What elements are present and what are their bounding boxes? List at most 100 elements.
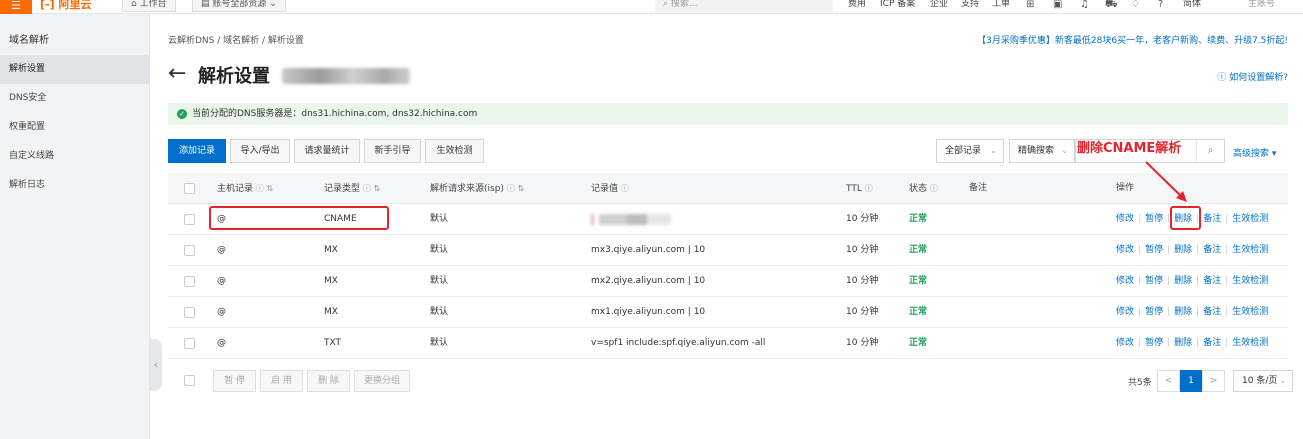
cell-ttl: 10 分钟 — [846, 307, 879, 317]
account-resource-switch[interactable]: ▤ 账号全部资源 ⌄ — [192, 0, 286, 12]
edit-button[interactable]: 修改 — [1116, 245, 1134, 255]
nav-link-enterprise[interactable]: 企业 — [930, 0, 948, 9]
request-stats-button[interactable]: 请求量统计 — [294, 139, 360, 163]
edit-button[interactable]: 修改 — [1116, 276, 1134, 286]
row-checkbox[interactable] — [184, 338, 195, 349]
sidebar-item-custom-line[interactable]: 自定义线路 — [0, 142, 150, 171]
batch-pause-button[interactable]: 暂 停 — [213, 370, 256, 392]
help-icon[interactable]: ? — [1158, 0, 1163, 10]
import-export-button[interactable]: 导入/导出 — [230, 139, 290, 163]
row-checkbox[interactable] — [184, 214, 195, 225]
nav-link-support[interactable]: 支持 — [961, 0, 979, 9]
change-group-button[interactable]: 更换分组 — [354, 370, 410, 392]
remark-button[interactable]: 备注 — [1203, 245, 1221, 255]
effect-check-button[interactable]: 生效检测 — [425, 139, 484, 163]
delete-button[interactable]: 删除 — [1174, 338, 1192, 348]
effect-check-link[interactable]: 生效检测 — [1232, 338, 1268, 348]
bell-icon[interactable]: ♫ — [1080, 0, 1089, 10]
batch-enable-button[interactable]: 启 用 — [260, 370, 303, 392]
page-1-button[interactable]: 1 — [1180, 370, 1202, 392]
nav-link-ticket[interactable]: 工单 — [992, 0, 1010, 9]
user-account[interactable]: 主账号 — [1248, 0, 1275, 9]
next-page-button[interactable]: > — [1202, 370, 1225, 392]
col-source[interactable]: 解析请求来源(isp) ⓘ ⇅ — [430, 173, 524, 205]
batch-delete-button[interactable]: 删 除 — [307, 370, 350, 392]
footer-select-all-checkbox[interactable] — [184, 375, 195, 386]
search-mode-select[interactable]: 精确搜索 ⌄ — [1009, 139, 1075, 163]
language-switch[interactable]: 简体 — [1183, 0, 1201, 9]
search-icon[interactable]: ⌕ — [1196, 140, 1224, 162]
page-title: 解析设置 — [198, 66, 270, 87]
promo-link[interactable]: 【3月采购季优惠】新客最低28块6买一年，老客户新购、续费、升级7.5折起! — [977, 33, 1288, 46]
breadcrumb[interactable]: 云解析DNS / 域名解析 / 解析设置 — [168, 33, 304, 46]
add-record-button[interactable]: 添加记录 — [168, 139, 226, 163]
edit-button[interactable]: 修改 — [1116, 338, 1134, 348]
row-checkbox[interactable] — [184, 307, 195, 318]
prev-page-button[interactable]: < — [1157, 370, 1180, 392]
cell-source: 默认 — [430, 338, 449, 348]
sidebar-item-dns-security[interactable]: DNS安全 — [0, 84, 150, 113]
effect-check-link[interactable]: 生效检测 — [1232, 307, 1268, 317]
effect-check-link[interactable]: 生效检测 — [1232, 276, 1268, 286]
remark-button[interactable]: 备注 — [1203, 307, 1221, 317]
info-icon: ⓘ ⇅ — [362, 184, 381, 193]
nav-link-billing[interactable]: 费用 — [848, 0, 866, 9]
delete-button[interactable]: 删除 — [1174, 245, 1192, 255]
edit-button[interactable]: 修改 — [1116, 214, 1134, 224]
remark-button[interactable]: 备注 — [1203, 276, 1221, 286]
edit-button[interactable]: 修改 — [1116, 307, 1134, 317]
record-filter-select[interactable]: 全部记录 ⌄ — [936, 139, 1004, 163]
row-checkbox[interactable] — [184, 245, 195, 256]
cell-host: @ — [217, 338, 226, 348]
annotation-label: 删除CNAME解析 — [1077, 140, 1185, 158]
cell-host: @ — [217, 307, 226, 317]
pause-button[interactable]: 暂停 — [1145, 214, 1163, 224]
cart-icon[interactable]: ⛟ — [1105, 0, 1118, 10]
cell-type: MX — [324, 245, 338, 255]
select-all-checkbox[interactable] — [184, 183, 195, 194]
sidebar-item-resolve-log[interactable]: 解析日志 — [0, 171, 150, 200]
row-checkbox[interactable] — [184, 276, 195, 287]
sidebar-item-resolve-settings[interactable]: 解析设置 — [0, 55, 150, 84]
page-size-value: 10 条/页 — [1242, 376, 1278, 386]
remark-button[interactable]: 备注 — [1203, 338, 1221, 348]
pause-button[interactable]: 暂停 — [1145, 276, 1163, 286]
col-host[interactable]: 主机记录 ⓘ ⇅ — [217, 173, 273, 205]
delete-button[interactable]: 删除 — [1174, 307, 1192, 317]
beginner-guide-button[interactable]: 新手引导 — [364, 139, 421, 163]
record-filter-value: 全部记录 — [945, 146, 982, 156]
redacted-record-value — [591, 214, 671, 225]
col-ops: 操作 — [1116, 183, 1135, 193]
console-icon[interactable]: ⊞ — [1026, 0, 1034, 10]
delete-button[interactable]: 删除 — [1174, 276, 1192, 286]
advanced-search-link[interactable]: 高级搜索 ▾ — [1233, 146, 1276, 159]
col-type[interactable]: 记录类型 ⓘ ⇅ — [324, 173, 380, 205]
how-to-resolve-help-link[interactable]: ⓘ 如何设置解析? — [1217, 70, 1288, 83]
page-size-select[interactable]: 10 条/页 ⌄ — [1233, 370, 1293, 392]
aliyun-logo[interactable]: [-] 阿里云 — [40, 0, 91, 14]
table-row: @ MX 默认 mx2.qiye.aliyun.com | 10 10 分钟 正… — [168, 266, 1288, 297]
effect-check-link[interactable]: 生效检测 — [1232, 214, 1268, 224]
sidebar-item-weight-config[interactable]: 权重配置 — [0, 113, 150, 142]
workbench-button[interactable]: ⌂ 工作台 — [122, 0, 176, 12]
global-search-input[interactable]: ⌕ 搜索... — [655, 0, 833, 12]
bulb-icon[interactable]: ♢ — [1131, 0, 1140, 10]
pause-button[interactable]: 暂停 — [1145, 245, 1163, 255]
remark-button[interactable]: 备注 — [1203, 214, 1221, 224]
effect-check-link[interactable]: 生效检测 — [1232, 245, 1268, 255]
cell-host: @ — [217, 245, 226, 255]
back-arrow-icon[interactable]: ← — [168, 60, 186, 88]
col-ttl: TTL ⓘ — [846, 184, 873, 194]
image-icon[interactable]: ▣ — [1053, 0, 1062, 10]
pause-button[interactable]: 暂停 — [1145, 307, 1163, 317]
info-icon: ⓘ — [620, 184, 629, 193]
chevron-down-icon: ⌄ — [1061, 146, 1068, 155]
nav-link-icp[interactable]: ICP 备案 — [880, 0, 915, 9]
menu-icon[interactable]: ☰ — [0, 0, 32, 14]
table-row: @ MX 默认 mx1.qiye.aliyun.com | 10 10 分钟 正… — [168, 297, 1288, 328]
sidebar-collapse-handle[interactable]: ‹ — [150, 339, 162, 391]
pause-button[interactable]: 暂停 — [1145, 338, 1163, 348]
cell-status: 正常 — [909, 214, 928, 224]
cell-source: 默认 — [430, 214, 449, 224]
annotation-highlight-cname-row — [209, 206, 389, 230]
